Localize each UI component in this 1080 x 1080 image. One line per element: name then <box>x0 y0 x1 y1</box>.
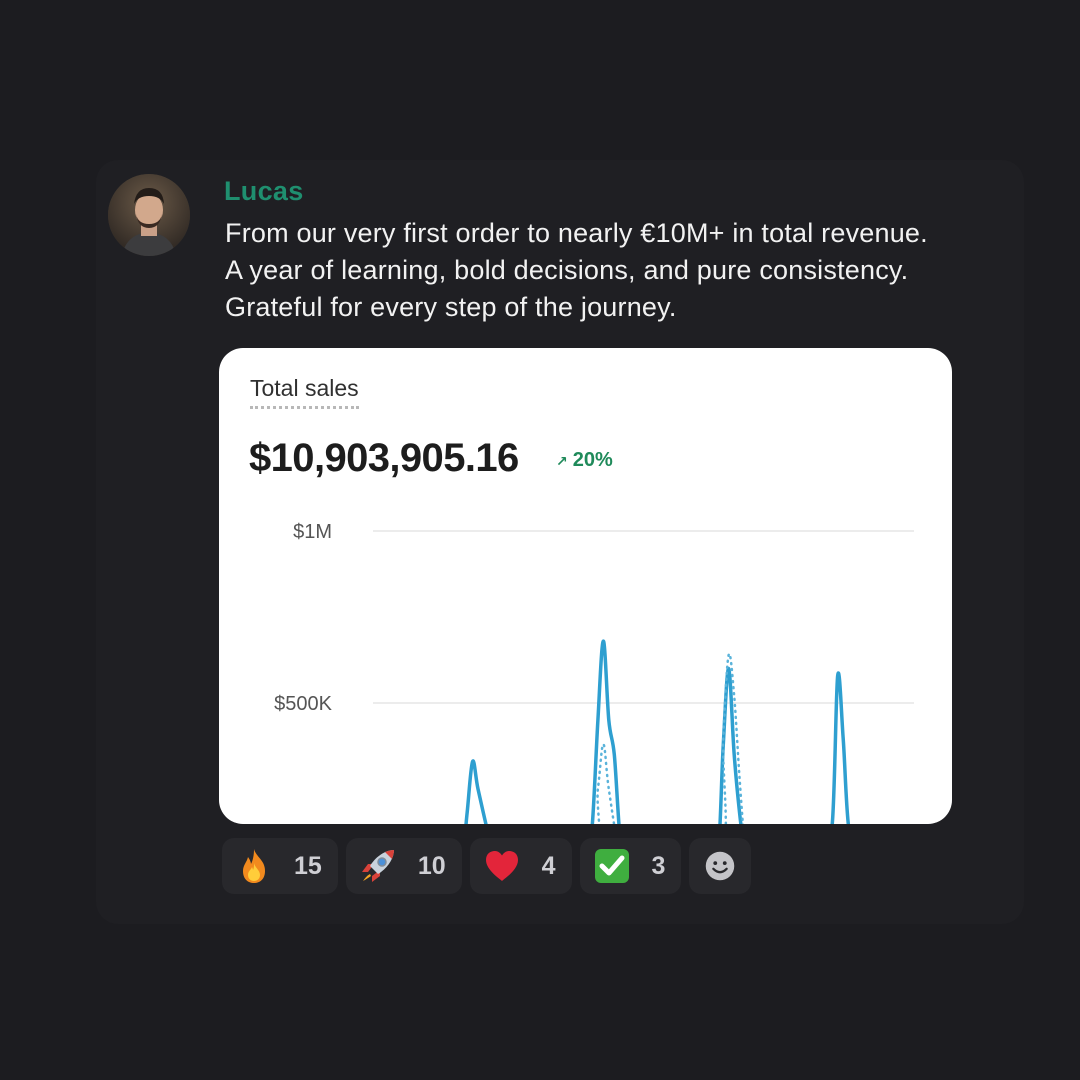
reaction-count: 15 <box>294 851 322 880</box>
avatar[interactable] <box>108 174 190 256</box>
message-text-line: A year of learning, bold decisions, and … <box>225 255 909 285</box>
add-reaction-button[interactable] <box>689 838 752 894</box>
reaction-rocket[interactable]: 10 <box>345 838 462 894</box>
reaction-check[interactable]: 3 <box>579 838 682 894</box>
y-tick-label: $500K <box>274 693 332 715</box>
avatar-image <box>108 174 190 256</box>
add-reaction-icon <box>706 851 735 881</box>
sales-card-image[interactable]: Total sales $10,903,905.16 ↗ 20% $1M $500K <box>219 348 952 824</box>
message-text-line: From our very first order to nearly €10M… <box>225 218 928 248</box>
y-tick-label: $1M <box>293 521 332 543</box>
sales-series-line <box>464 639 851 824</box>
sales-line-chart: $1M $500K <box>274 521 914 824</box>
reaction-count: 4 <box>541 851 556 880</box>
rocket-icon <box>361 850 394 882</box>
author-name[interactable]: Lucas <box>224 176 304 207</box>
reaction-count: 10 <box>417 851 446 880</box>
check-icon <box>594 849 629 883</box>
message-text-line: Grateful for every step of the journey. <box>225 292 677 322</box>
heart-icon <box>485 851 518 881</box>
fire-icon <box>243 849 265 883</box>
reaction-fire[interactable]: 15 <box>222 838 338 894</box>
reaction-count: 3 <box>651 851 666 880</box>
reactions-bar: 15 10 4 3 <box>222 838 752 894</box>
reaction-heart[interactable]: 4 <box>469 838 572 894</box>
